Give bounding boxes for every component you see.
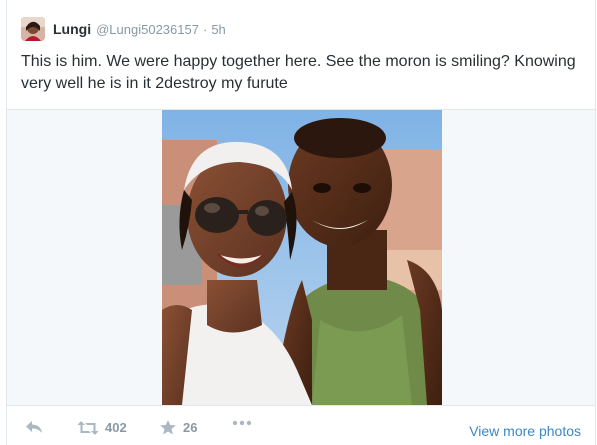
tweet-photo[interactable] (162, 110, 442, 405)
favorite-button[interactable]: 26 (160, 420, 197, 435)
tweet-actions: 402 26 View more photos (7, 414, 595, 442)
tweet-header: Lungi @Lungi50236157 · 5h (21, 17, 226, 41)
user-name[interactable]: Lungi (53, 21, 91, 37)
more-button[interactable] (232, 420, 252, 426)
media-container (7, 110, 595, 405)
tweet-card: Lungi @Lungi50236157 · 5h This is him. W… (6, 0, 596, 445)
photo-image (162, 110, 442, 405)
ellipsis-icon (232, 420, 252, 426)
retweet-icon (77, 420, 99, 435)
separator-dot: · (202, 21, 208, 37)
view-more-photos-link[interactable]: View more photos (469, 423, 581, 439)
favorite-count: 26 (183, 420, 198, 435)
avatar[interactable] (21, 17, 45, 41)
avatar-image (21, 17, 45, 41)
reply-button[interactable] (25, 420, 43, 434)
user-handle[interactable]: @Lungi50236157 (96, 22, 199, 37)
retweet-count: 402 (105, 420, 127, 435)
divider (7, 405, 595, 406)
retweet-button[interactable]: 402 (77, 420, 127, 435)
tweet-text: This is him. We were happy together here… (21, 53, 576, 92)
reply-icon (26, 421, 42, 433)
timestamp[interactable]: 5h (211, 22, 225, 37)
star-icon (160, 420, 176, 435)
